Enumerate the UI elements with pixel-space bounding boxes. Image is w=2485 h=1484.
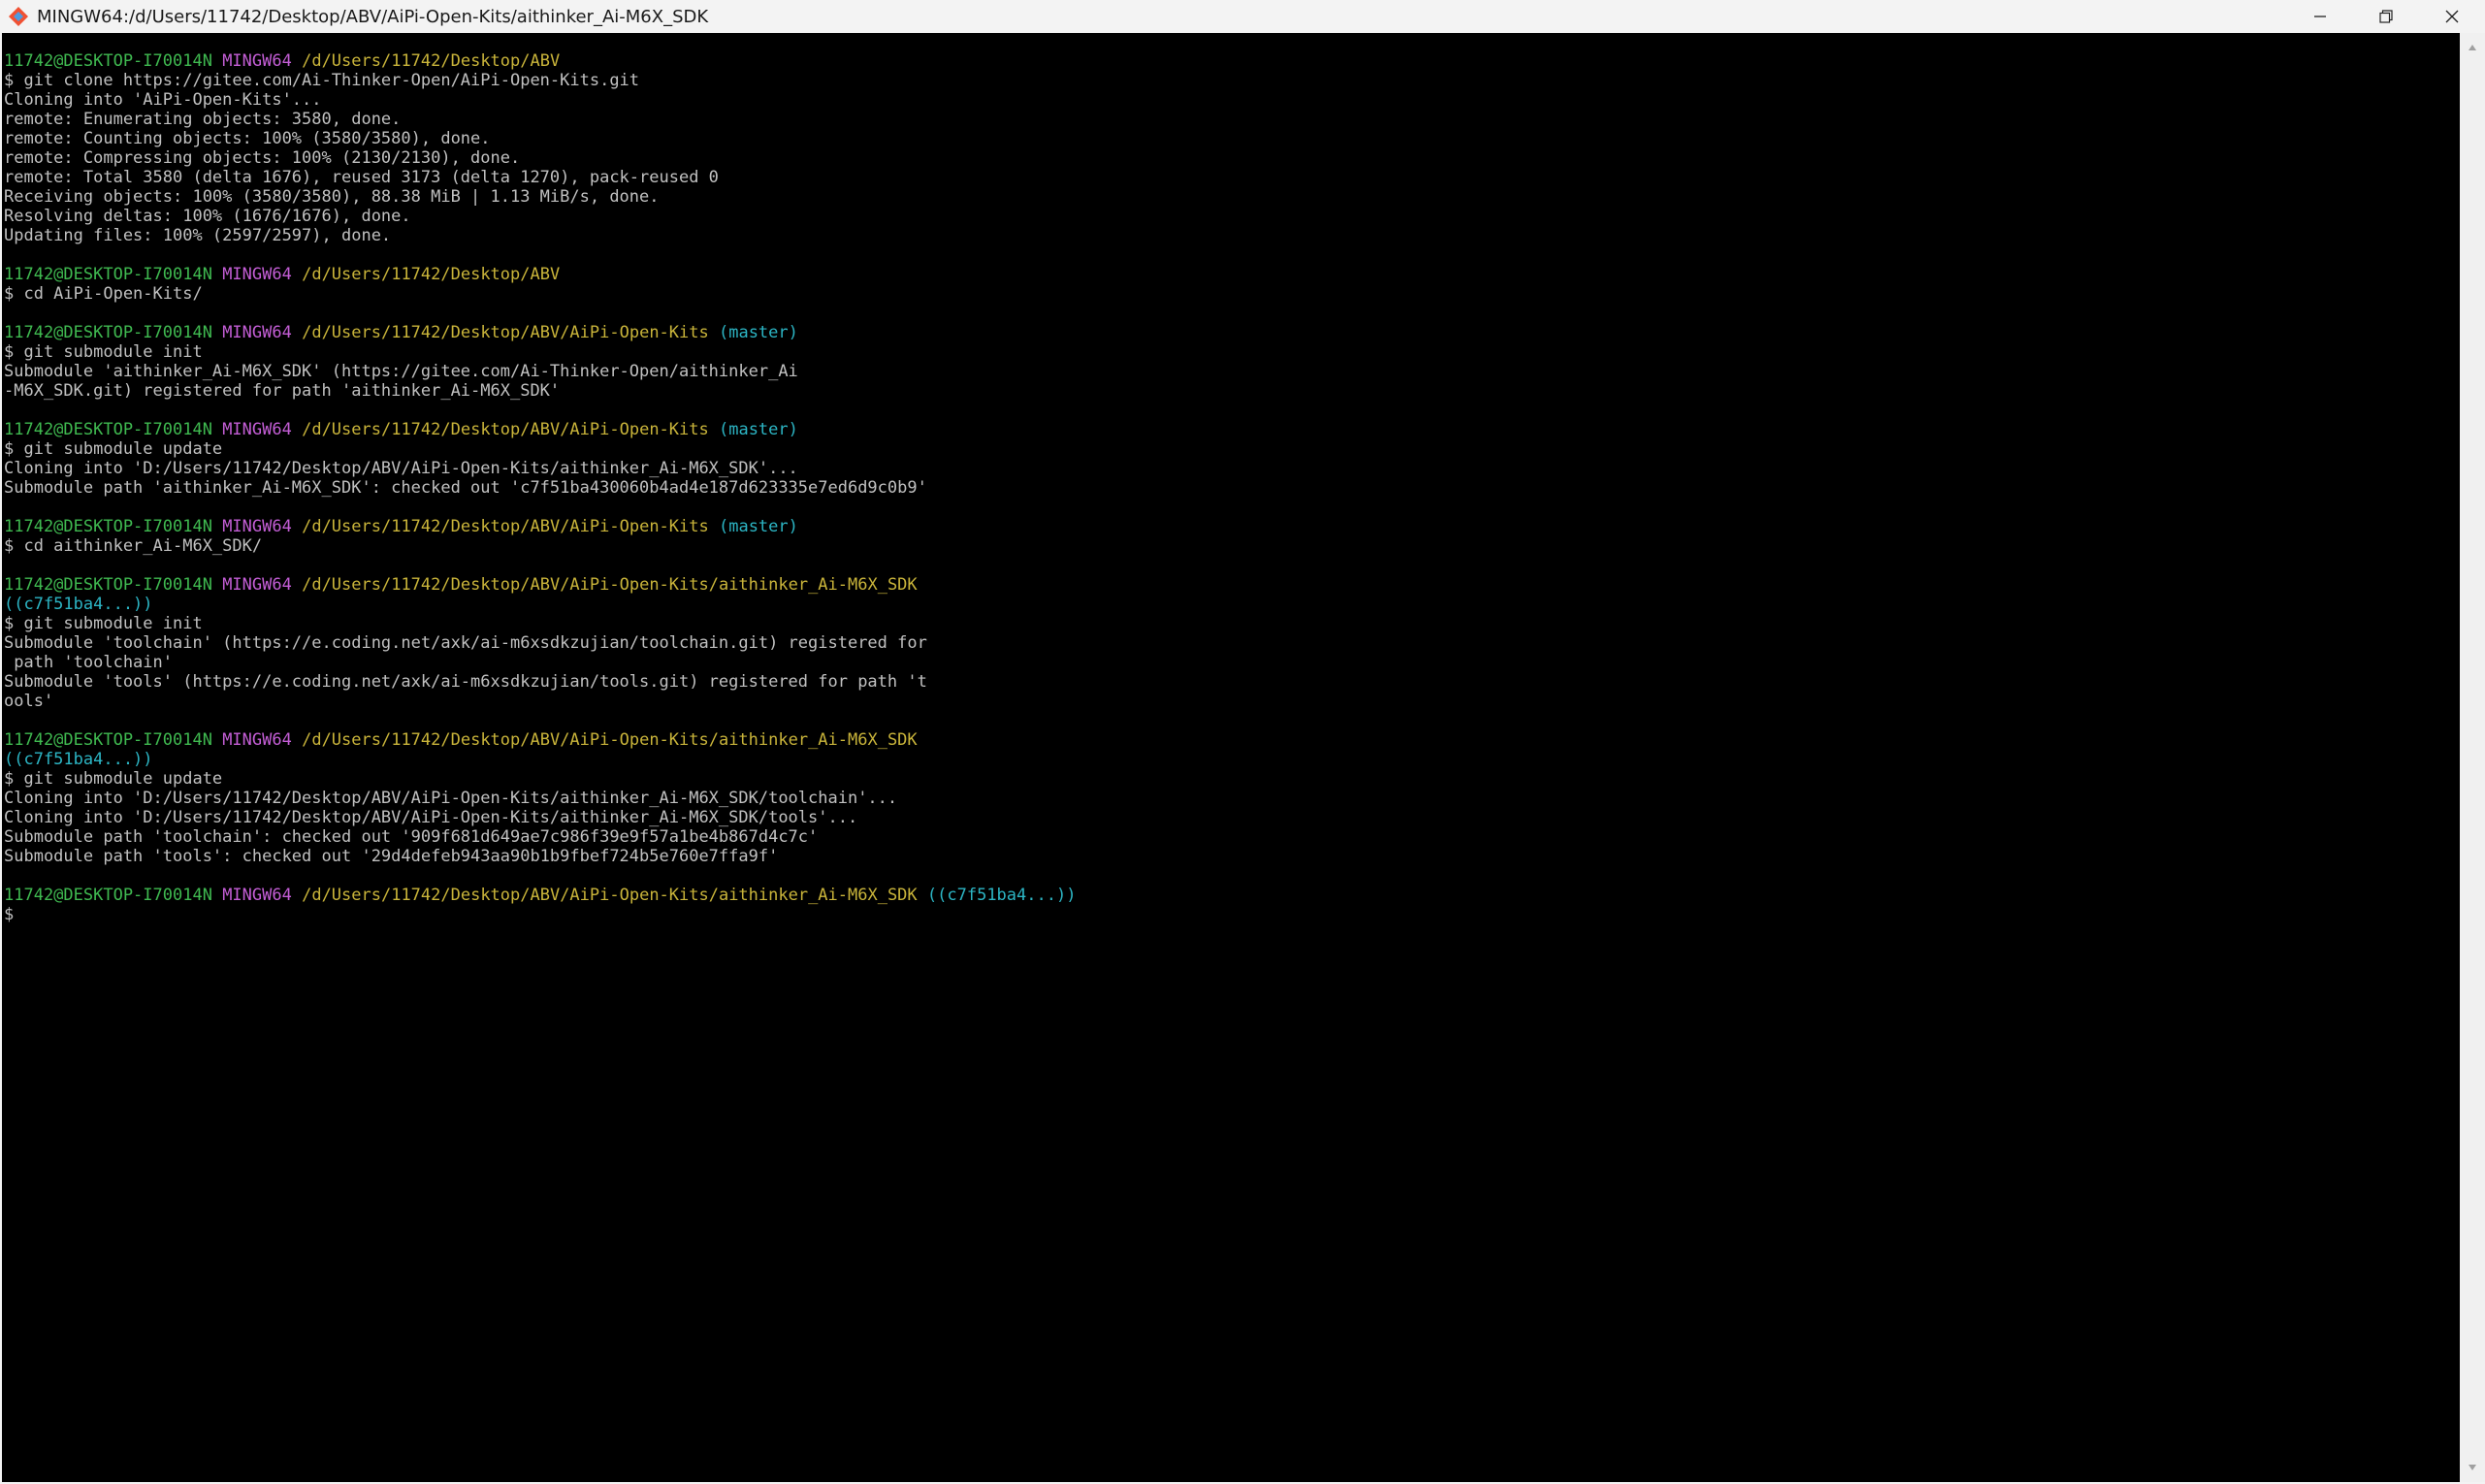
git-bash-icon [9, 7, 28, 26]
prompt-user: 11742@DESKTOP-I70014N [4, 730, 212, 750]
terminal-output-line: Submodule path 'toolchain': checked out … [4, 827, 819, 847]
terminal-output-line: Submodule path 'aithinker_Ai-M6X_SDK': c… [4, 478, 927, 498]
prompt-user: 11742@DESKTOP-I70014N [4, 51, 212, 71]
title-bar[interactable]: MINGW64:/d/Users/11742/Desktop/ABV/AiPi-… [0, 0, 2485, 33]
terminal-output-line: Updating files: 100% (2597/2597), done. [4, 226, 392, 245]
terminal-prompt-line: 11742@DESKTOP-I70014N MINGW64 /d/Users/1… [4, 420, 1076, 439]
terminal-output-line: Submodule 'aithinker_Ai-M6X_SDK' (https:… [4, 362, 798, 381]
terminal-output-line: remote: Counting objects: 100% (3580/358… [4, 129, 491, 148]
prompt-system: MINGW64 [222, 517, 292, 536]
terminal-output-line: $ cd aithinker_Ai-M6X_SDK/ [4, 536, 263, 556]
prompt-system: MINGW64 [222, 730, 292, 750]
prompt-path: /d/Users/11742/Desktop/ABV [302, 265, 561, 284]
prompt-path: /d/Users/11742/Desktop/ABV/AiPi-Open-Kit… [302, 886, 918, 905]
minimize-icon [2314, 16, 2326, 17]
terminal-output-line: $ git submodule update [4, 439, 223, 459]
prompt-system: MINGW64 [222, 420, 292, 439]
close-icon [2445, 10, 2459, 23]
terminal-output-line: Submodule 'toolchain' (https://e.coding.… [4, 633, 927, 653]
close-button[interactable] [2419, 0, 2485, 33]
terminal-prompt-line: 11742@DESKTOP-I70014N MINGW64 /d/Users/1… [4, 886, 1076, 905]
prompt-path: /d/Users/11742/Desktop/ABV [302, 51, 561, 71]
terminal-output-line: $ cd AiPi-Open-Kits/ [4, 284, 203, 304]
terminal-output-line: Cloning into 'D:/Users/11742/Desktop/ABV… [4, 789, 898, 808]
terminal-output-line: Cloning into 'AiPi-Open-Kits'... [4, 90, 322, 110]
terminal-output-line: remote: Total 3580 (delta 1676), reused … [4, 168, 719, 187]
terminal-output-line: remote: Enumerating objects: 3580, done. [4, 110, 402, 129]
scroll-down-arrow-icon [2469, 1465, 2476, 1470]
prompt-user: 11742@DESKTOP-I70014N [4, 323, 212, 342]
terminal-output-line: Submodule 'tools' (https://e.coding.net/… [4, 672, 927, 692]
prompt-path: /d/Users/11742/Desktop/ABV/AiPi-Open-Kit… [302, 323, 709, 342]
terminal-prompt-line: 11742@DESKTOP-I70014N MINGW64 /d/Users/1… [4, 265, 1076, 284]
prompt-branch: (master) [718, 517, 798, 536]
window-title: MINGW64:/d/Users/11742/Desktop/ABV/AiPi-… [37, 6, 709, 27]
terminal-output-line: path 'toolchain' [4, 653, 173, 672]
terminal-output-line: $ git submodule update [4, 769, 223, 789]
prompt-system: MINGW64 [222, 265, 292, 284]
terminal-output-line: Submodule path 'tools': checked out '29d… [4, 847, 779, 866]
prompt-user: 11742@DESKTOP-I70014N [4, 420, 212, 439]
prompt-branch-line: ((c7f51ba4...)) [4, 750, 153, 769]
terminal-output-line: ools' [4, 692, 54, 711]
scroll-up-button[interactable] [2460, 37, 2485, 58]
terminal-output: 11742@DESKTOP-I70014N MINGW64 /d/Users/1… [4, 51, 1076, 924]
scroll-up-arrow-icon [2469, 45, 2476, 50]
minimize-button[interactable] [2287, 0, 2353, 33]
prompt-branch: (master) [718, 420, 798, 439]
terminal-output-line: remote: Compressing objects: 100% (2130/… [4, 148, 521, 168]
terminal-output-line: Resolving deltas: 100% (1676/1676), done… [4, 207, 411, 226]
prompt-path: /d/Users/11742/Desktop/ABV/AiPi-Open-Kit… [302, 517, 709, 536]
prompt-path: /d/Users/11742/Desktop/ABV/AiPi-Open-Kit… [302, 420, 709, 439]
prompt-system: MINGW64 [222, 886, 292, 905]
terminal-prompt-line: 11742@DESKTOP-I70014N MINGW64 /d/Users/1… [4, 323, 1076, 342]
prompt-path: /d/Users/11742/Desktop/ABV/AiPi-Open-Kit… [302, 730, 918, 750]
prompt-user: 11742@DESKTOP-I70014N [4, 886, 212, 905]
terminal-output-line: $ git clone https://gitee.com/Ai-Thinker… [4, 71, 640, 90]
terminal-output-line: Cloning into 'D:/Users/11742/Desktop/ABV… [4, 459, 798, 478]
terminal-prompt-line: 11742@DESKTOP-I70014N MINGW64 /d/Users/1… [4, 575, 1076, 595]
vertical-scrollbar[interactable] [2460, 33, 2485, 1482]
terminal-prompt-line: 11742@DESKTOP-I70014N MINGW64 /d/Users/1… [4, 51, 1076, 71]
terminal-output-line: $ git submodule init [4, 342, 203, 362]
terminal-output-line: -M6X_SDK.git) registered for path 'aithi… [4, 381, 561, 401]
prompt-branch: (master) [718, 323, 798, 342]
prompt-system: MINGW64 [222, 51, 292, 71]
terminal-prompt-line: 11742@DESKTOP-I70014N MINGW64 /d/Users/1… [4, 730, 1076, 750]
terminal-output-line: $ git submodule init [4, 614, 203, 633]
terminal-prompt-line: 11742@DESKTOP-I70014N MINGW64 /d/Users/1… [4, 517, 1076, 536]
prompt-branch-line: ((c7f51ba4...)) [4, 595, 153, 614]
terminal-output-line: Cloning into 'D:/Users/11742/Desktop/ABV… [4, 808, 858, 827]
restore-icon [2379, 10, 2393, 23]
prompt-user: 11742@DESKTOP-I70014N [4, 517, 212, 536]
prompt-path: /d/Users/11742/Desktop/ABV/AiPi-Open-Kit… [302, 575, 918, 595]
prompt-branch: ((c7f51ba4...)) [926, 886, 1077, 905]
terminal-output-line: $ [4, 905, 15, 924]
scroll-down-button[interactable] [2460, 1457, 2485, 1478]
prompt-user: 11742@DESKTOP-I70014N [4, 265, 212, 284]
terminal-area[interactable]: 11742@DESKTOP-I70014N MINGW64 /d/Users/1… [2, 33, 2460, 1482]
prompt-user: 11742@DESKTOP-I70014N [4, 575, 212, 595]
prompt-system: MINGW64 [222, 575, 292, 595]
restore-button[interactable] [2353, 0, 2419, 33]
terminal-output-line: Receiving objects: 100% (3580/3580), 88.… [4, 187, 660, 207]
prompt-system: MINGW64 [222, 323, 292, 342]
window-controls [2287, 0, 2485, 33]
